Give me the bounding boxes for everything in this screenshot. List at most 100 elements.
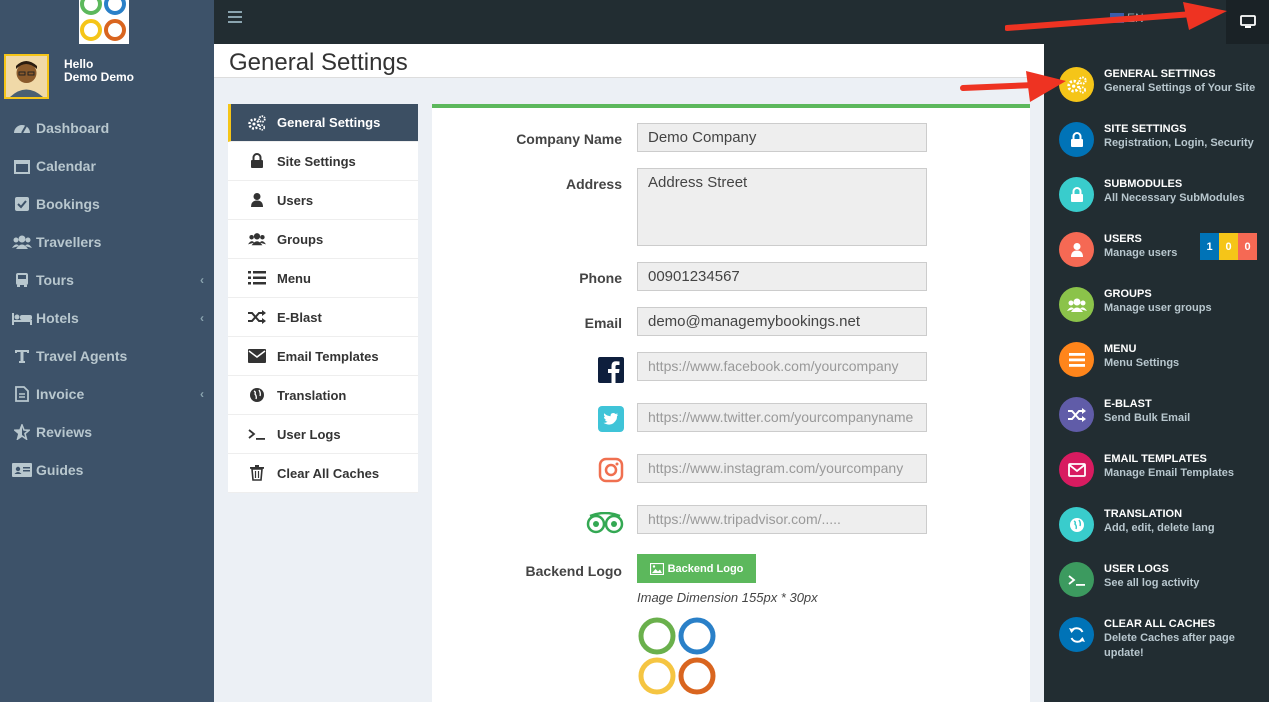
text-icon	[12, 347, 32, 365]
settings-menu-label: Translation	[277, 387, 347, 403]
backend-logo-upload-button[interactable]: Backend Logo	[637, 554, 756, 583]
settings-menu-label: Groups	[277, 231, 324, 247]
settings-menu-site[interactable]: Site Settings	[228, 142, 418, 181]
rs-item-subtitle: Menu Settings	[1104, 357, 1180, 369]
sidebar-item-guides[interactable]: Guides	[0, 451, 214, 489]
sidebar-item-bookings[interactable]: Bookings	[0, 185, 214, 223]
chevron-left-icon: ‹	[200, 311, 204, 325]
general-settings-form: Company Name Demo Company Address Addres…	[432, 104, 1030, 702]
star-icon	[12, 423, 32, 441]
avatar[interactable]	[4, 54, 49, 99]
hamburger-menu-icon[interactable]	[228, 11, 242, 23]
instagram-url-input[interactable]: https://www.instagram.com/yourcompany	[637, 454, 927, 483]
rs-item-subtitle: Registration, Login, Security	[1104, 137, 1254, 149]
badge-count: 0	[1219, 233, 1238, 260]
calendar-icon	[12, 157, 32, 175]
rs-item-title: USER LOGS	[1104, 563, 1169, 575]
sidebar-item-calendar[interactable]: Calendar	[0, 147, 214, 185]
rs-item-user-logs[interactable]: USER LOGS See all log activity	[1044, 558, 1269, 608]
terminal-icon	[248, 425, 266, 443]
control-sidebar: GENERAL SETTINGS General Settings of You…	[1044, 44, 1269, 702]
content-header: General Settings	[214, 44, 1044, 78]
dashboard-icon	[12, 119, 32, 137]
rs-item-title: GROUPS	[1104, 288, 1152, 300]
address-label: Address	[565, 176, 622, 192]
chevron-left-icon: ‹	[200, 273, 204, 287]
settings-menu-eblast[interactable]: E-Blast	[228, 298, 418, 337]
settings-menu-label: User Logs	[277, 426, 341, 442]
settings-menu-groups[interactable]: Groups	[228, 220, 418, 259]
address-textarea[interactable]: Address Street	[637, 168, 927, 246]
user-count-badges: 1 0 0	[1200, 233, 1257, 260]
twitter-url-input[interactable]: https://www.twitter.com/yourcompanyname	[637, 403, 927, 432]
globe-icon	[1059, 507, 1094, 542]
image-dimension-hint: Image Dimension 155px * 30px	[637, 590, 818, 605]
facebook-url-input[interactable]: https://www.facebook.com/yourcompany	[637, 352, 927, 381]
rs-item-eblast[interactable]: E-BLAST Send Bulk Email	[1044, 393, 1269, 443]
sidebar-item-tours[interactable]: Tours ‹	[0, 261, 214, 299]
rs-item-subtitle: See all log activity	[1104, 577, 1200, 589]
badge-count: 1	[1200, 233, 1219, 260]
tripadvisor-url-input[interactable]: https://www.tripadvisor.com/.....	[637, 505, 927, 534]
rs-item-clear-caches[interactable]: CLEAR ALL CACHES Delete Caches after pag…	[1044, 613, 1269, 673]
rs-item-subtitle: All Necessary SubModules	[1104, 192, 1245, 204]
rs-item-title: MENU	[1104, 343, 1137, 355]
settings-menu-label: Menu	[277, 270, 311, 286]
rs-item-translation[interactable]: TRANSLATION Add, edit, delete lang	[1044, 503, 1269, 553]
sidebar-item-hotels[interactable]: Hotels ‹	[0, 299, 214, 337]
sidebar-item-label: Guides	[36, 462, 84, 478]
instagram-icon	[598, 457, 624, 483]
sidebar-item-travellers[interactable]: Travellers	[0, 223, 214, 261]
rs-item-general-settings[interactable]: GENERAL SETTINGS General Settings of You…	[1044, 63, 1269, 113]
rs-item-site-settings[interactable]: SITE SETTINGS Registration, Login, Secur…	[1044, 118, 1269, 168]
users-icon	[248, 230, 266, 248]
rs-item-title: SITE SETTINGS	[1104, 123, 1187, 135]
phone-label: Phone	[579, 270, 622, 286]
sidebar-nav: Dashboard Calendar Bookings Travellers T…	[0, 109, 214, 489]
email-label: Email	[584, 315, 622, 331]
trash-icon	[248, 464, 266, 482]
settings-menu-user-logs[interactable]: User Logs	[228, 415, 418, 454]
envelope-icon	[248, 347, 266, 365]
lock-icon	[1059, 122, 1094, 157]
lock-icon	[1059, 177, 1094, 212]
company-name-label: Company Name	[516, 131, 622, 147]
settings-menu-label: Email Templates	[277, 348, 379, 364]
rs-item-subtitle: Send Bulk Email	[1104, 412, 1191, 424]
shuffle-icon	[1059, 397, 1094, 432]
refresh-icon	[1059, 617, 1094, 652]
lock-icon	[248, 152, 266, 170]
settings-menu-label: Clear All Caches	[277, 465, 380, 481]
settings-menu-clear-caches[interactable]: Clear All Caches	[228, 454, 418, 493]
sidebar-item-dashboard[interactable]: Dashboard	[0, 109, 214, 147]
rs-item-subtitle: Add, edit, delete lang	[1104, 522, 1215, 534]
sidebar-item-travel-agents[interactable]: Travel Agents	[0, 337, 214, 375]
monitor-toggle-button[interactable]	[1226, 0, 1269, 44]
rs-item-groups[interactable]: GROUPS Manage user groups	[1044, 283, 1269, 333]
phone-input[interactable]: 00901234567	[637, 262, 927, 291]
globe-icon	[248, 386, 266, 404]
settings-menu-users[interactable]: Users	[228, 181, 418, 220]
rs-item-menu[interactable]: MENU Menu Settings	[1044, 338, 1269, 388]
rs-item-subtitle: Delete Caches after page update!	[1104, 632, 1235, 659]
settings-menu-email-templates[interactable]: Email Templates	[228, 337, 418, 376]
sidebar-item-reviews[interactable]: Reviews	[0, 413, 214, 451]
company-name-input[interactable]: Demo Company	[637, 123, 927, 152]
rs-item-submodules[interactable]: SUBMODULES All Necessary SubModules	[1044, 173, 1269, 223]
left-sidebar: Hello Demo Demo Dashboard Calendar Booki…	[0, 0, 214, 702]
rs-item-email-templates[interactable]: EMAIL TEMPLATES Manage Email Templates	[1044, 448, 1269, 498]
app-logo[interactable]	[79, 0, 129, 44]
bed-icon	[12, 309, 32, 327]
sidebar-item-label: Hotels	[36, 310, 79, 326]
rs-item-title: EMAIL TEMPLATES	[1104, 453, 1207, 465]
settings-menu-translation[interactable]: Translation	[228, 376, 418, 415]
email-input[interactable]: demo@managemybookings.net	[637, 307, 927, 336]
sidebar-item-invoice[interactable]: Invoice ‹	[0, 375, 214, 413]
backend-logo-label: Backend Logo	[525, 563, 622, 579]
sidebar-item-label: Tours	[36, 272, 74, 288]
settings-menu-general[interactable]: General Settings	[228, 104, 418, 142]
settings-menu-menu[interactable]: Menu	[228, 259, 418, 298]
rs-item-users[interactable]: USERS Manage users 1 0 0	[1044, 228, 1269, 278]
backend-logo-preview	[637, 616, 717, 696]
user-icon	[248, 191, 266, 209]
